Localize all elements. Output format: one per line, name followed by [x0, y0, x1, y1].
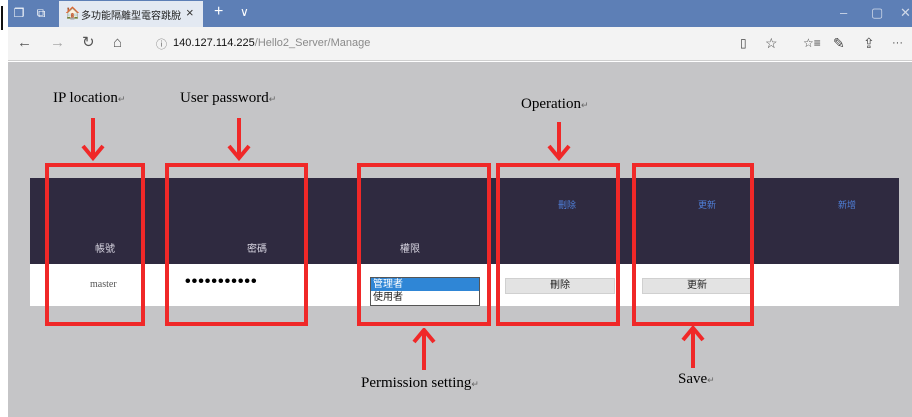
annotation-save: Save↵	[678, 371, 715, 387]
address-bar[interactable]: 140.127.114.225/Hello2_Server/Manage	[173, 37, 370, 49]
favorites-hub-icon[interactable]: ☆≡	[803, 35, 821, 51]
reading-view-icon[interactable]: ▯	[740, 35, 747, 51]
annotation-ip-location: IP location↵	[53, 90, 126, 106]
annotation-user-password: User password↵	[180, 90, 277, 106]
tabs-aside-icon[interactable]: ⧉	[32, 4, 50, 22]
forward-icon[interactable]: →	[50, 34, 65, 52]
address-path: /Hello2_Server/Manage	[254, 37, 371, 49]
highlight-box-save	[632, 163, 754, 326]
highlight-box-ip	[45, 163, 145, 326]
arrow-down-icon	[547, 122, 571, 162]
close-window-icon[interactable]: ✕	[900, 5, 911, 21]
tab-title: 多功能隔離型電容跳脫計	[81, 11, 181, 22]
home-icon[interactable]: ⌂	[113, 34, 122, 52]
favorite-star-icon[interactable]: ☆	[765, 35, 778, 51]
share-icon[interactable]: ⇪	[863, 35, 875, 51]
navigation-bar: ← → ↻ ⌂ ⓘ 140.127.114.225/Hello2_Server/…	[8, 27, 912, 61]
new-tab-button[interactable]: +	[214, 3, 223, 21]
address-host: 140.127.114.225	[173, 37, 255, 49]
browser-tab[interactable]: 🏠 多功能隔離型電容跳脫計 ×	[59, 1, 203, 27]
arrow-up-icon	[681, 326, 705, 368]
text-cursor	[1, 6, 3, 30]
minimize-icon[interactable]: –	[840, 5, 847, 20]
home-favicon-icon: 🏠	[65, 6, 80, 20]
highlight-box-permission	[357, 163, 491, 326]
notes-pen-icon[interactable]: ✎	[833, 35, 845, 51]
refresh-icon[interactable]: ↻	[82, 34, 95, 52]
arrow-up-icon	[412, 328, 436, 370]
tab-close-icon[interactable]: ×	[186, 5, 194, 20]
more-icon[interactable]: ···	[892, 35, 903, 51]
tab-strip: ❐ ⧉ 🏠 多功能隔離型電容跳脫計 × + ∨ – ▢ ✕	[8, 0, 912, 27]
arrow-down-icon	[81, 118, 105, 162]
back-icon[interactable]: ←	[17, 34, 32, 52]
maximize-icon[interactable]: ▢	[871, 5, 883, 21]
tab-preview-icon[interactable]: ❐	[10, 4, 28, 22]
arrow-down-icon	[227, 118, 251, 162]
highlight-box-operation	[496, 163, 620, 326]
highlight-box-password	[165, 163, 308, 326]
add-link[interactable]: 新增	[807, 198, 887, 211]
site-info-icon[interactable]: ⓘ	[156, 36, 167, 52]
annotation-permission-setting: Permission setting↵	[361, 375, 479, 391]
tabs-dropdown-icon[interactable]: ∨	[240, 5, 249, 19]
annotation-operation: Operation↵	[521, 96, 589, 112]
